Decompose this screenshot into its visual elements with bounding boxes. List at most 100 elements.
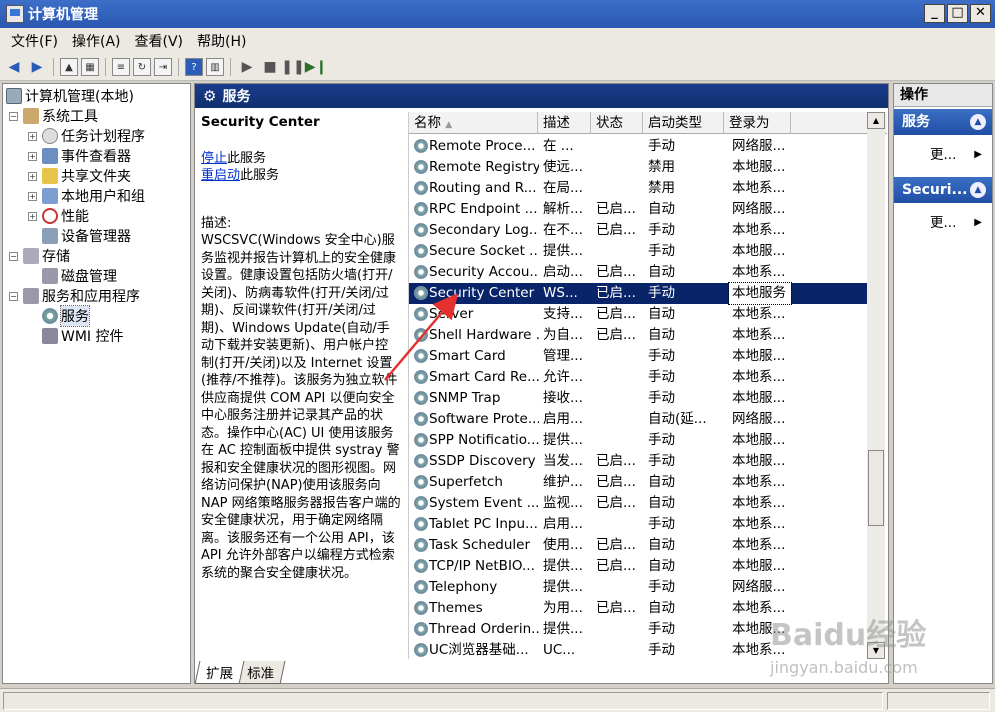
menu-help[interactable]: 帮助(H) <box>190 29 253 53</box>
menu-file[interactable]: 文件(F) <box>4 29 65 53</box>
more-actions-security-center[interactable]: 更... ▶ <box>894 203 992 243</box>
scroll-up-button[interactable]: ▲ <box>867 112 885 129</box>
help-icon[interactable]: ? <box>185 58 203 76</box>
tree-local-users[interactable]: + 本地用户和组 <box>28 186 145 206</box>
tree-performance[interactable]: + 性能 <box>28 206 89 226</box>
scroll-thumb[interactable] <box>868 450 884 526</box>
cell-logon: 网络服... <box>732 411 786 427</box>
collapse-icon[interactable]: − <box>9 291 18 301</box>
collapse-up-icon[interactable]: ▲ <box>970 114 986 130</box>
collapse-icon[interactable]: − <box>9 111 18 121</box>
stop-service-link[interactable]: 停止 <box>201 151 227 166</box>
table-row[interactable]: SNMP Trap 接收... 手动 本地服... <box>409 388 869 409</box>
table-row[interactable]: SPP Notificatio... 提供... 手动 本地服... <box>409 430 869 451</box>
tree-wmi[interactable]: WMI 控件 <box>42 326 124 346</box>
actions-section-security-center[interactable]: Securi... ▲ <box>894 177 992 203</box>
tree-storage[interactable]: − 存储 <box>9 246 70 266</box>
table-row[interactable]: SSDP Discovery 当发... 已启... 手动 本地服... <box>409 451 869 472</box>
menu-view[interactable]: 查看(V) <box>128 29 191 53</box>
cell-startup: 禁用 <box>648 180 675 196</box>
tree-services[interactable]: 服务 <box>42 305 90 327</box>
table-row[interactable]: Superfetch 维护... 已启... 自动 本地系... <box>409 472 869 493</box>
tree-task-scheduler[interactable]: + 任务计划程序 <box>28 126 145 146</box>
tree-root[interactable]: 计算机管理(本地) <box>6 86 134 106</box>
table-row[interactable]: Remote Registry 使远... 禁用 本地服... <box>409 157 869 178</box>
table-row[interactable]: Secure Socket ... 提供... 手动 本地服... <box>409 241 869 262</box>
stop-service-icon[interactable]: ■ <box>260 57 280 77</box>
table-row[interactable]: Smart Card Re... 允许... 手动 本地系... <box>409 367 869 388</box>
table-row[interactable]: TCP/IP NetBIO... 提供... 已启... 自动 本地服... <box>409 556 869 577</box>
tree-event-viewer[interactable]: + 事件查看器 <box>28 146 131 166</box>
table-row[interactable]: RPC Endpoint ... 解析... 已启... 自动 网络服... <box>409 199 869 220</box>
expand-icon[interactable]: + <box>28 151 37 161</box>
table-row[interactable]: Task Scheduler 使用... 已启... 自动 本地系... <box>409 535 869 556</box>
tree-system-tools[interactable]: − 系统工具 <box>9 106 98 126</box>
cell-status: 已启... <box>596 495 636 511</box>
more-actions-services[interactable]: 更... ▶ <box>894 135 992 175</box>
show-tree-icon[interactable]: ▦ <box>81 58 99 76</box>
column-headers: 名称 ▲ 描述 状态 启动类型 登录为 <box>409 112 887 134</box>
cell-startup: 手动 <box>648 222 675 238</box>
cell-desc: 启动... <box>543 264 583 280</box>
table-row[interactable]: Software Prote... 启用... 自动(延... 网络服... <box>409 409 869 430</box>
up-folder-icon[interactable]: ▲ <box>60 58 78 76</box>
restart-service-link[interactable]: 重启动 <box>201 168 240 183</box>
column-status[interactable]: 状态 <box>591 112 643 134</box>
tab-extended[interactable]: 扩展 <box>194 661 245 684</box>
start-service-icon[interactable]: ▶ <box>237 57 257 77</box>
tree-services-apps[interactable]: − 服务和应用程序 <box>9 286 140 306</box>
table-row[interactable]: Server 支持... 已启... 自动 本地系... <box>409 304 869 325</box>
forward-arrow-icon[interactable]: ▶ <box>27 57 47 77</box>
actions-section-services[interactable]: 服务 ▲ <box>894 109 992 135</box>
restart-service-icon[interactable]: ▶❙ <box>305 57 328 77</box>
maximize-button[interactable]: □ <box>947 4 968 23</box>
service-gear-icon <box>414 475 428 489</box>
table-row[interactable]: System Event ... 监视... 已启... 自动 本地系... <box>409 493 869 514</box>
cell-status: 已启... <box>596 537 636 553</box>
table-row[interactable]: Security Accou... 启动... 已启... 自动 本地系... <box>409 262 869 283</box>
refresh-icon[interactable]: ↻ <box>133 58 151 76</box>
action-pane-icon[interactable]: ▥ <box>206 58 224 76</box>
vertical-scrollbar[interactable]: ▲ ▼ <box>867 112 885 659</box>
expand-icon[interactable]: + <box>28 211 37 221</box>
cell-logon: 本地系... <box>732 537 786 553</box>
cell-name: Telephony <box>429 579 498 595</box>
collapse-icon[interactable]: − <box>9 251 18 261</box>
collapse-up-icon[interactable]: ▲ <box>970 182 986 198</box>
table-row[interactable]: Remote Proce... 在 ... 手动 网络服... <box>409 136 869 157</box>
column-name[interactable]: 名称 ▲ <box>409 112 538 134</box>
tree-disk-management[interactable]: 磁盘管理 <box>42 266 117 286</box>
extended-description: Security Center 停止此服务 重启动此服务 描述: WSCSVC(… <box>201 114 401 581</box>
cell-logon: 网络服... <box>732 138 786 154</box>
column-description[interactable]: 描述 <box>538 112 591 134</box>
cell-desc: 在 ... <box>543 138 574 154</box>
services-list: 名称 ▲ 描述 状态 启动类型 登录为 Remote Proce... 在 ...… <box>408 112 887 659</box>
expand-icon[interactable]: + <box>28 191 37 201</box>
back-arrow-icon[interactable]: ◀ <box>4 57 24 77</box>
properties-icon[interactable]: ≡ <box>112 58 130 76</box>
menu-action[interactable]: 操作(A) <box>65 29 128 53</box>
cell-name: Task Scheduler <box>429 537 531 553</box>
cell-name: RPC Endpoint ... <box>429 201 538 217</box>
expand-icon[interactable]: + <box>28 131 37 141</box>
pause-service-icon[interactable]: ❚❚ <box>281 57 304 77</box>
export-list-icon[interactable]: ⇥ <box>154 58 172 76</box>
cell-status <box>596 136 643 157</box>
table-row[interactable]: Smart Card 管理... 手动 本地服... <box>409 346 869 367</box>
toolbar-separator <box>178 58 179 76</box>
minimize-button[interactable]: _ <box>924 4 945 23</box>
column-startup-type[interactable]: 启动类型 <box>643 112 724 134</box>
tree-device-manager[interactable]: 设备管理器 <box>42 226 131 246</box>
column-logon-as[interactable]: 登录为 <box>724 112 791 134</box>
table-row[interactable]: Security Center WS... 已启... 手动 本地服务 <box>409 282 869 305</box>
close-button[interactable]: ✕ <box>970 4 991 23</box>
watermark-url: jingyan.baidu.com <box>770 658 918 677</box>
table-row[interactable]: Telephony 提供... 手动 网络服... <box>409 577 869 598</box>
tree-shared-folders[interactable]: + 共享文件夹 <box>28 166 131 186</box>
expand-icon[interactable]: + <box>28 171 37 181</box>
cell-startup: 手动 <box>648 453 675 469</box>
table-row[interactable]: Tablet PC Inpu... 启用... 手动 本地系... <box>409 514 869 535</box>
table-row[interactable]: Shell Hardware ... 为自... 已启... 自动 本地系... <box>409 325 869 346</box>
table-row[interactable]: Secondary Log... 在不... 已启... 手动 本地系... <box>409 220 869 241</box>
table-row[interactable]: Routing and R... 在局... 禁用 本地系... <box>409 178 869 199</box>
